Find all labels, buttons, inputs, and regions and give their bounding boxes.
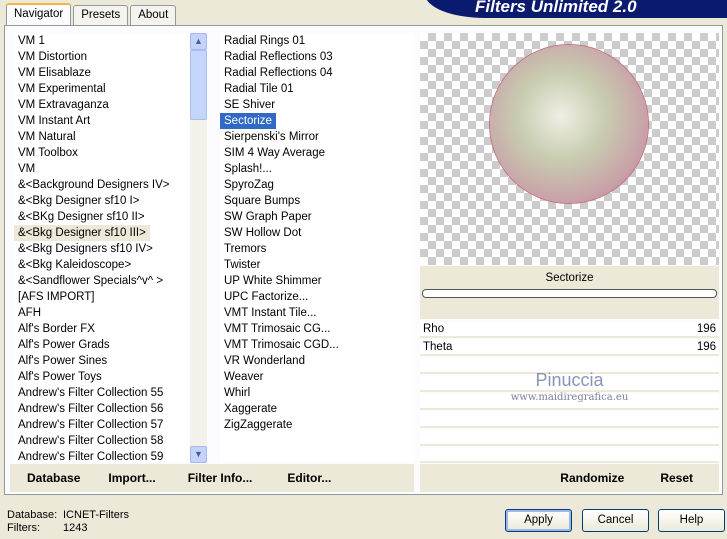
status-value: ICNET-Filters xyxy=(63,509,129,521)
list-item[interactable]: Alf's Border FX xyxy=(14,321,190,337)
param-label: Theta xyxy=(423,341,453,353)
database-button[interactable]: Database xyxy=(27,471,80,485)
status-value: 1243 xyxy=(63,522,88,534)
list-item[interactable]: VM Experimental xyxy=(14,81,190,97)
list-item[interactable]: SpyroZag xyxy=(220,177,414,193)
app-title-banner: Filters Unlimited 2.0 xyxy=(425,0,727,18)
filter-name-label: Sectorize xyxy=(545,272,594,284)
filter-header: Sectorize xyxy=(420,266,719,319)
list-item[interactable]: VM xyxy=(14,161,190,177)
tab-navigator[interactable]: Navigator xyxy=(6,3,72,25)
list-item[interactable]: Alf's Power Toys xyxy=(14,369,190,385)
param-value: 196 xyxy=(696,323,716,335)
list-item[interactable]: UPC Factorize... xyxy=(220,289,414,305)
list-item[interactable]: VM 1 xyxy=(14,33,190,49)
preview-image xyxy=(420,33,719,265)
list-item[interactable]: VMT Instant Tile... xyxy=(220,305,414,321)
list-item[interactable]: Tremors xyxy=(220,241,414,257)
param-theta[interactable]: Theta 196 xyxy=(420,339,719,356)
list-item[interactable]: Sectorize xyxy=(220,113,276,129)
list-item[interactable]: &<Background Designers IV> xyxy=(14,177,190,193)
param-buttons: Randomize Reset xyxy=(420,464,719,492)
list-item[interactable]: Radial Tile 01 xyxy=(220,81,414,97)
filter-list[interactable]: Radial Rings 01 Radial Reflections 03 Radi… xyxy=(220,33,414,463)
list-item[interactable]: Alf's Power Sines xyxy=(14,353,190,369)
param-rho[interactable]: Rho 196 xyxy=(420,321,719,338)
list-item[interactable]: VM Natural xyxy=(14,129,190,145)
list-item[interactable]: Twister xyxy=(220,257,414,273)
watermark-url: www.maidiregrafica.eu xyxy=(510,392,629,403)
list-item[interactable]: &<Bkg Designer sf10 III> xyxy=(14,225,150,241)
status-label: Database: xyxy=(7,509,58,521)
list-item[interactable]: Radial Reflections 04 xyxy=(220,65,414,81)
list-item[interactable]: VM Extravaganza xyxy=(14,97,190,113)
list-item[interactable]: Splash!... xyxy=(220,161,414,177)
param-label: Rho xyxy=(423,323,445,335)
list-item[interactable]: Andrew's Filter Collection 57 xyxy=(14,417,190,433)
list-item[interactable]: VR Wonderland xyxy=(220,353,414,369)
tab-about[interactable]: About xyxy=(130,5,177,25)
list-item[interactable]: VM Toolbox xyxy=(14,145,190,161)
randomize-button[interactable]: Randomize xyxy=(560,471,624,485)
list-item[interactable]: AFH xyxy=(14,305,190,321)
list-item[interactable]: SE Shiver xyxy=(220,97,414,113)
list-item[interactable]: Square Bumps xyxy=(220,193,414,209)
param-empty xyxy=(420,447,719,463)
list-item[interactable]: Radial Reflections 03 xyxy=(220,49,414,65)
tab-presets[interactable]: Presets xyxy=(73,5,129,25)
list-item[interactable]: VMT Trimosaic CG... xyxy=(220,321,414,337)
list-item[interactable]: Weaver xyxy=(220,369,414,385)
apply-button[interactable]: Apply xyxy=(505,509,572,532)
list-item[interactable]: VM Instant Art xyxy=(14,113,190,129)
list-item[interactable]: &<Bkg Designer sf10 I> xyxy=(14,193,190,209)
list-item[interactable]: VM Distortion xyxy=(14,49,190,65)
list-item[interactable]: &<Bkg Designers sf10 IV> xyxy=(14,241,190,257)
list-item[interactable]: &<Bkg Kaleidoscope> xyxy=(14,257,190,273)
scroll-up-button[interactable]: ▲ xyxy=(190,33,207,50)
help-button[interactable]: Help xyxy=(658,509,725,532)
list-item[interactable]: &<BKg Designer sf10 II> xyxy=(14,209,190,225)
list-item[interactable]: Andrew's Filter Collection 56 xyxy=(14,401,190,417)
list-item[interactable]: [AFS IMPORT] xyxy=(14,289,190,305)
import-button[interactable]: Import... xyxy=(108,471,155,485)
status-label: Filters: xyxy=(7,522,40,534)
list-item[interactable]: Radial Rings 01 xyxy=(220,33,414,49)
category-list[interactable]: VM 1 VM Distortion VM Elisablaze VM Experim… xyxy=(14,33,190,463)
category-scrollbar[interactable]: ▲ ▼ xyxy=(190,33,207,463)
filter-info-button[interactable]: Filter Info... xyxy=(188,471,253,485)
list-item[interactable]: Xaggerate xyxy=(220,401,414,417)
list-item[interactable]: SW Graph Paper xyxy=(220,209,414,225)
list-item[interactable]: Andrew's Filter Collection 59 xyxy=(14,449,190,465)
list-item[interactable]: VMT Trimosaic CGD... xyxy=(220,337,414,353)
watermark-name: Pinuccia xyxy=(535,370,604,390)
navigator-buttons: Database Import... Filter Info... Editor… xyxy=(10,464,414,492)
list-item[interactable]: &<Sandflower Specials^v^ > xyxy=(14,273,190,289)
list-item[interactable]: SW Hollow Dot xyxy=(220,225,414,241)
list-item[interactable]: VM Elisablaze xyxy=(14,65,190,81)
param-empty xyxy=(420,429,719,446)
list-item[interactable]: UP White Shimmer xyxy=(220,273,414,289)
list-item[interactable]: Alf's Power Grads xyxy=(14,337,190,353)
progress-bar xyxy=(422,289,717,298)
preview-orb xyxy=(490,45,648,203)
scroll-thumb[interactable] xyxy=(190,50,207,120)
status-database: Database: ICNET-Filters xyxy=(7,509,129,521)
list-item[interactable]: Sierpenski's Mirror xyxy=(220,129,414,145)
list-item[interactable]: ZigZaggerate xyxy=(220,417,414,433)
param-empty xyxy=(420,411,719,428)
list-item[interactable]: Andrew's Filter Collection 58 xyxy=(14,433,190,449)
scroll-down-button[interactable]: ▼ xyxy=(190,446,207,463)
list-item[interactable]: SIM 4 Way Average xyxy=(220,145,414,161)
editor-button[interactable]: Editor... xyxy=(287,471,331,485)
status-filters: Filters: 1243 xyxy=(7,522,87,534)
tab-bar: Navigator Presets About xyxy=(6,3,177,25)
param-value: 196 xyxy=(696,341,716,353)
list-item[interactable]: Andrew's Filter Collection 55 xyxy=(14,385,190,401)
reset-button[interactable]: Reset xyxy=(660,471,693,485)
cancel-button[interactable]: Cancel xyxy=(582,509,649,532)
list-item[interactable]: Whirl xyxy=(220,385,414,401)
